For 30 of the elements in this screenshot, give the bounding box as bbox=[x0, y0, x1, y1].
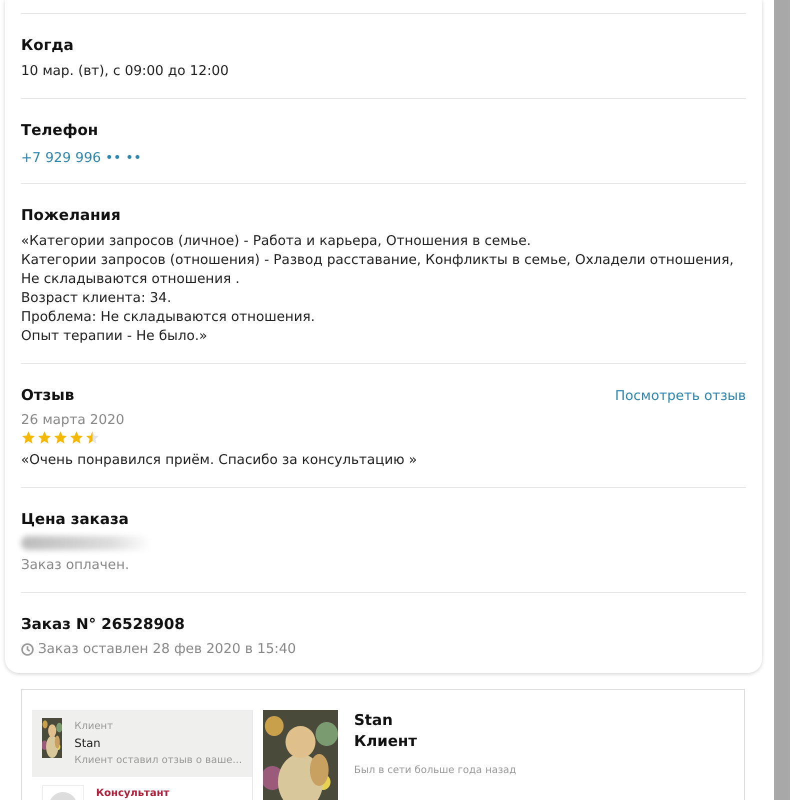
scrollbar[interactable] bbox=[774, 0, 790, 800]
contact-role: Консультант bbox=[96, 787, 170, 800]
phone-link[interactable]: +7 929 996 •• •• bbox=[21, 150, 142, 166]
section-title: Отзыв bbox=[21, 386, 74, 404]
review-date: 26 марта 2020 bbox=[21, 412, 126, 428]
star-icon bbox=[69, 430, 84, 445]
contact-role: Клиент bbox=[74, 720, 114, 734]
section-title: Пожелания bbox=[21, 206, 121, 224]
star-icon bbox=[37, 430, 52, 445]
profile-role: Клиент bbox=[354, 731, 418, 752]
contact-name: Stan bbox=[74, 735, 102, 752]
review-text: «Очень понравился приём. Спасибо за консультацию » bbox=[21, 451, 418, 470]
section-text: 10 мар. (вт), с 09:00 до 12:00 bbox=[21, 62, 230, 81]
star-icon bbox=[21, 430, 36, 445]
contact-preview: Клиент оставил отзыв о ваше... bbox=[74, 754, 242, 768]
order-date: Заказ оставлен 28 фев 2020 в 15:40 bbox=[21, 641, 746, 657]
section-title: Цена заказа bbox=[21, 510, 129, 528]
section-title: Телефон bbox=[21, 121, 98, 139]
star-icon bbox=[53, 430, 68, 445]
contact-item[interactable]: Клиент Stan Клиент оставил отзыв о ваше... bbox=[32, 710, 252, 777]
profile-name: Stan bbox=[354, 710, 394, 731]
section-title: Заказ N° 26528908 bbox=[21, 615, 185, 633]
online-status: Был в сети больше года назад bbox=[354, 764, 516, 778]
contact-item[interactable]: Консультант bbox=[32, 777, 252, 800]
section-title: Когда bbox=[21, 36, 74, 54]
star-icon bbox=[85, 430, 100, 445]
payment-status: Заказ оплачен. bbox=[21, 556, 130, 575]
section-text: «Категории запросов (личное) - Работа и карьера, Отношения в семье. Категории запросов (отношения) - Развод расставание, Конфликты в семье, Охладели отношения, Не складываются отношения . Возраст клиента: 34. Проблема: Не складываются отношения. Опыт терапии - Не было.» bbox=[21, 232, 735, 346]
view-review-link[interactable]: Посмотреть отзыв bbox=[614, 388, 746, 404]
clock-icon bbox=[21, 642, 34, 656]
